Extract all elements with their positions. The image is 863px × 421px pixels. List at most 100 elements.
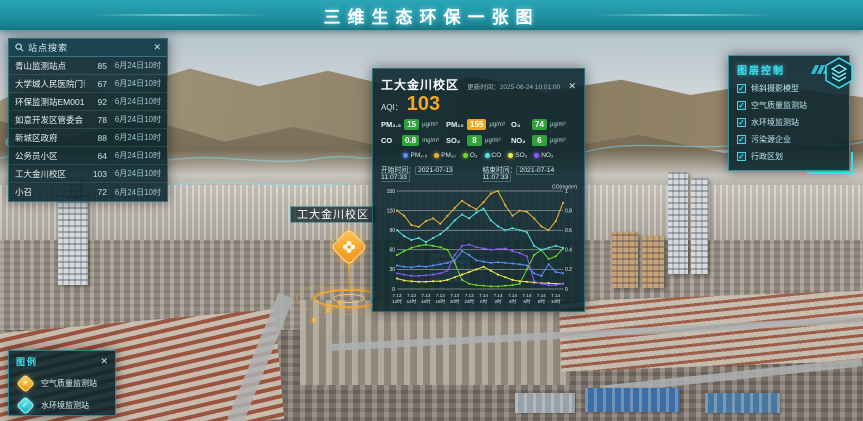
gray-shed bbox=[515, 393, 575, 413]
legend-title: 图例 bbox=[16, 355, 38, 368]
pollutant-unit: μg/m³ bbox=[550, 122, 565, 128]
station-update-time: 6月24日10时 bbox=[107, 168, 161, 179]
legend-series-label: PM₂.₅ bbox=[410, 152, 427, 159]
layers-hexagon-icon[interactable] bbox=[822, 56, 856, 90]
legend-series-label: CO bbox=[492, 152, 502, 159]
station-list-item[interactable]: 如意开发区管委会 78 6月24日10时 bbox=[9, 111, 167, 129]
legend-series-label: O₃ bbox=[470, 152, 478, 159]
chart-legend-item[interactable]: SO₂ bbox=[508, 152, 527, 159]
checkbox-icon[interactable]: ✓ bbox=[737, 101, 746, 110]
map-legend-item: ✓ 水环境监测站 bbox=[16, 399, 108, 412]
pollutant-label: SO₂ bbox=[446, 136, 464, 145]
svg-text:0: 0 bbox=[392, 287, 395, 293]
station-name: 青山监测站点 bbox=[15, 60, 85, 72]
pollutant-label: PM₂.₅ bbox=[381, 120, 401, 129]
layer-label: 水环境监测站 bbox=[751, 117, 799, 128]
svg-text:30: 30 bbox=[389, 267, 395, 273]
chart-legend-item[interactable]: PM₂.₅ bbox=[403, 152, 427, 159]
legend-dot-icon bbox=[463, 153, 468, 158]
building-tan-2 bbox=[642, 236, 664, 288]
layer-toggle-item[interactable]: ✓ 水环境监测站 bbox=[737, 117, 841, 128]
svg-text:0.4: 0.4 bbox=[565, 248, 572, 254]
time-range-row: 开始时间：2021-07-13 11:07:33 结束时间：2021-07-14… bbox=[381, 164, 576, 181]
pollutant-value-badge: 0.8 bbox=[402, 135, 419, 146]
pollutant-unit: μg/m³ bbox=[485, 138, 500, 144]
pollutant-metric: O₃ 74 μg/m³ bbox=[511, 119, 576, 130]
svg-text:0.6: 0.6 bbox=[565, 228, 572, 234]
layer-label: 空气质量监测站 bbox=[751, 100, 807, 111]
map-legend-item: ✳ 空气质量监测站 bbox=[16, 377, 108, 390]
station-list-item[interactable]: 青山监测站点 85 6月24日10时 bbox=[9, 57, 167, 75]
checkbox-icon[interactable]: ✓ bbox=[737, 84, 746, 93]
pollutant-metric: CO 0.8 mg/m³ bbox=[381, 135, 446, 146]
building-tan-1 bbox=[612, 232, 638, 288]
svg-text:60: 60 bbox=[389, 248, 395, 254]
pinwheel-icon bbox=[341, 239, 357, 255]
chart-legend-item[interactable]: O₃ bbox=[463, 152, 478, 159]
aqi-value: 103 bbox=[407, 94, 440, 114]
legend-dot-icon bbox=[534, 153, 539, 158]
blue-roof-shed-1 bbox=[585, 388, 680, 412]
station-title: 工大金川校区 bbox=[381, 76, 459, 93]
layer-label: 倾斜摄影模型 bbox=[751, 83, 799, 94]
svg-text:7.1312时: 7.1312时 bbox=[392, 293, 402, 304]
close-icon[interactable]: ✕ bbox=[153, 43, 161, 52]
legend-series-label: NO₂ bbox=[541, 152, 553, 159]
svg-text:120: 120 bbox=[387, 208, 396, 214]
chart-legend-item[interactable]: NO₂ bbox=[534, 152, 553, 159]
legend-series-label: SO₂ bbox=[515, 152, 527, 159]
pollutant-value-badge: 8 bbox=[467, 135, 482, 146]
legend-items: ✳ 空气质量监测站 ✓ 水环境监测站 bbox=[16, 377, 108, 412]
layer-toggle-item[interactable]: ✓ 空气质量监测站 bbox=[737, 100, 841, 111]
title-decoration-right bbox=[593, 14, 773, 16]
building-tower-1 bbox=[668, 172, 688, 274]
station-aqi-value: 78 bbox=[85, 115, 107, 125]
pollutant-trend-chart[interactable]: 030609012015000.20.40.60.81CO(mg/m³)7.13… bbox=[381, 184, 578, 312]
page-title: 三维生态环保一张图 bbox=[324, 3, 540, 28]
pollutant-value-badge: 155 bbox=[467, 119, 486, 130]
pollutant-unit: mg/m³ bbox=[422, 138, 439, 144]
station-aqi-value: 85 bbox=[85, 61, 107, 71]
pollutant-value-badge: 15 bbox=[404, 119, 419, 130]
station-aqi-value: 103 bbox=[85, 169, 107, 179]
pollutant-label: NO₂ bbox=[511, 136, 529, 145]
building-clock-tower bbox=[58, 193, 88, 285]
building-tower-2 bbox=[691, 178, 708, 274]
pollutant-unit: μg/m³ bbox=[489, 122, 504, 128]
station-aqi-value: 67 bbox=[85, 79, 107, 89]
station-list-item[interactable]: 工大金川校区 103 6月24日10时 bbox=[9, 165, 167, 183]
checkbox-icon[interactable]: ✓ bbox=[737, 118, 746, 127]
station-update-time: 6月24日10时 bbox=[107, 96, 161, 107]
svg-text:7.148时: 7.148时 bbox=[537, 293, 546, 304]
svg-text:7.1320时: 7.1320时 bbox=[450, 293, 460, 304]
map-legend-panel: 图例 ✕ ✳ 空气质量监测站 ✓ 水环境监测站 bbox=[8, 350, 116, 416]
svg-text:7.140时: 7.140时 bbox=[479, 293, 488, 304]
station-list-item[interactable]: 新城区政府 88 6月24日10时 bbox=[9, 129, 167, 147]
pollutant-metric: NO₂ 6 μg/m³ bbox=[511, 135, 576, 146]
station-search-title: 站点搜索 bbox=[28, 41, 68, 54]
selected-station-map-label[interactable]: 工大金川校区 bbox=[290, 206, 376, 223]
station-list-item[interactable]: 大学城人民医院门诊 67 6月24日10时 bbox=[9, 75, 167, 93]
update-time: 更新时间：2025-06-24 10:01:00 bbox=[467, 81, 560, 91]
marker-pole bbox=[348, 261, 350, 298]
station-list-item[interactable]: 公务员小区 64 6月24日10时 bbox=[9, 147, 167, 165]
pollutant-unit: μg/m³ bbox=[422, 122, 437, 128]
close-icon[interactable]: ✕ bbox=[100, 357, 108, 366]
layer-label: 污染源企业 bbox=[751, 134, 791, 145]
station-name: 大学城人民医院门诊 bbox=[15, 78, 85, 90]
chart-legend-item[interactable]: PM₁₀ bbox=[434, 152, 456, 159]
svg-text:0.2: 0.2 bbox=[565, 267, 572, 273]
station-list-item[interactable]: 环保监测站EM001 92 6月24日10时 bbox=[9, 93, 167, 111]
close-icon[interactable]: ✕ bbox=[568, 82, 576, 91]
layer-panel-title: 图层控制 bbox=[737, 62, 785, 77]
station-list-item[interactable]: 小召 72 6月24日10时 bbox=[9, 183, 167, 201]
svg-text:7.1318时: 7.1318时 bbox=[435, 293, 445, 304]
chart-legend-item[interactable]: CO bbox=[485, 152, 502, 159]
station-update-time: 6月24日10时 bbox=[107, 78, 161, 89]
checkbox-icon[interactable]: ✓ bbox=[737, 152, 746, 161]
pollutant-label: PM₁₀ bbox=[446, 120, 464, 129]
layer-toggle-item[interactable]: ✓ 污染源企业 bbox=[737, 134, 841, 145]
checkbox-icon[interactable]: ✓ bbox=[737, 135, 746, 144]
svg-text:150: 150 bbox=[387, 189, 396, 195]
svg-text:0.8: 0.8 bbox=[565, 208, 572, 214]
